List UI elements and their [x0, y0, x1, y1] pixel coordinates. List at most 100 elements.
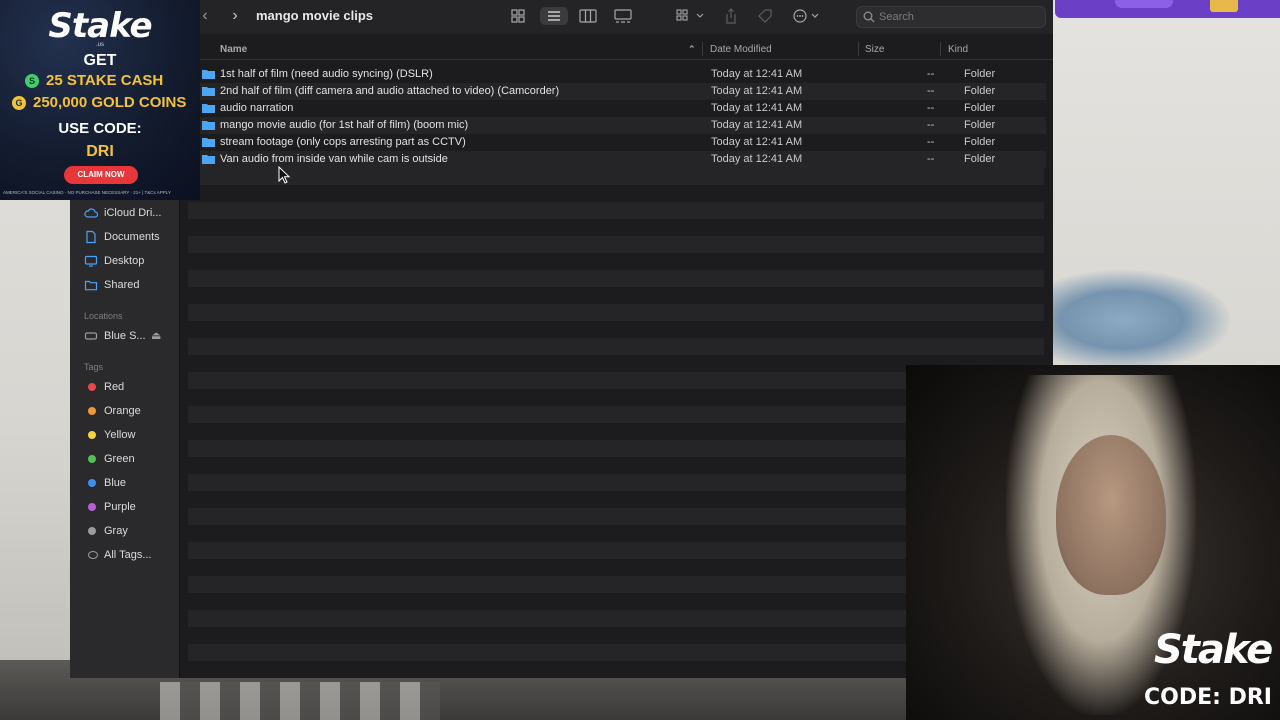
background-folder-icon	[1210, 0, 1238, 12]
stake-logo-sub: .us	[95, 42, 104, 48]
file-date: Today at 12:41 AM	[711, 153, 803, 165]
file-date: Today at 12:41 AM	[711, 102, 803, 114]
file-name: 1st half of film (need audio syncing) (D…	[220, 68, 433, 80]
background-pill	[1115, 0, 1173, 8]
mouse-cursor-icon	[278, 166, 290, 184]
file-date: Today at 12:41 AM	[711, 68, 803, 80]
tag-dot-icon	[88, 383, 96, 391]
ad-fine-print: AMERICA'S SOCIAL CASINO · NO PURCHASE NE…	[3, 190, 171, 195]
sidebar-item-label: iCloud Dri...	[104, 207, 162, 219]
ellipsis-circle-icon	[793, 9, 819, 23]
tag-dot-icon	[88, 407, 96, 415]
forward-button[interactable]: ›	[226, 6, 244, 26]
webcam-person-face	[1056, 435, 1166, 595]
table-row[interactable]: 1st half of film (need audio syncing) (D…	[180, 66, 1046, 83]
file-size: --	[927, 153, 935, 165]
grid-icon	[511, 9, 525, 23]
stake-watermark-logo: Stake	[1154, 627, 1273, 673]
folder-icon	[202, 121, 215, 130]
list-view-button[interactable]	[540, 7, 568, 25]
column-name[interactable]: Name	[220, 44, 247, 55]
column-kind[interactable]: Kind	[948, 44, 968, 55]
stake-cash-coin-icon: S	[25, 74, 39, 88]
sidebar-locations-heading: Locations	[84, 311, 123, 321]
file-name: mango movie audio (for 1st half of film)…	[220, 119, 469, 131]
file-size: --	[927, 68, 935, 80]
table-row[interactable]: stream footage (only cops arresting part…	[180, 134, 1046, 151]
gallery-view-button[interactable]	[612, 7, 634, 25]
column-divider[interactable]	[858, 42, 859, 56]
tag-button[interactable]	[754, 7, 776, 25]
file-name: audio narration	[220, 102, 294, 114]
tag-dot-icon	[88, 503, 96, 511]
search-input[interactable]	[879, 9, 1039, 25]
file-kind: Folder	[964, 85, 996, 97]
desktop-icon	[84, 255, 98, 267]
file-size: --	[927, 136, 935, 148]
sidebar-item-label: Desktop	[104, 255, 145, 267]
tag-dot-icon	[88, 479, 96, 487]
document-icon	[86, 230, 96, 244]
table-row[interactable]: 2nd half of film (diff camera and audio …	[180, 83, 1046, 100]
drive-icon	[84, 332, 98, 340]
column-view-button[interactable]	[577, 7, 599, 25]
webcam-feed: Stake CODE: DRI	[906, 365, 1280, 720]
sort-chevron-icon[interactable]: ⌃	[688, 44, 696, 55]
folder-icon	[202, 138, 215, 147]
share-button[interactable]	[720, 7, 742, 25]
list-icon	[548, 11, 560, 21]
gold-coin-icon: G	[12, 96, 26, 110]
table-row[interactable]: Van audio from inside van while cam is o…	[180, 151, 1046, 168]
table-row[interactable]: audio narration Today at 12:41 AM -- Fol…	[180, 100, 1046, 117]
file-kind: Folder	[964, 68, 996, 80]
file-date: Today at 12:41 AM	[711, 119, 803, 131]
background-app-bar	[1055, 0, 1280, 18]
claim-now-button[interactable]: CLAIM NOW	[64, 166, 138, 184]
file-list: 1st half of film (need audio syncing) (D…	[180, 66, 1053, 168]
ad-use-code: USE CODE:	[58, 120, 142, 137]
file-kind: Folder	[964, 119, 996, 131]
file-size: --	[927, 119, 935, 131]
sidebar-item-label: Orange	[104, 405, 141, 417]
file-name: 2nd half of film (diff camera and audio …	[220, 85, 560, 97]
tag-dot-icon	[88, 431, 96, 439]
group-by-button[interactable]	[674, 7, 708, 25]
ad-offer-text: 25 STAKE CASH	[46, 72, 164, 89]
ad-get-text: GET	[83, 52, 117, 69]
sidebar-item-blue-drive[interactable]: Blue S... ⏏	[84, 328, 174, 346]
file-name: stream footage (only cops arresting part…	[220, 136, 466, 148]
finder-toolbar: ‹ › mango movie clips	[180, 0, 1053, 34]
columns-icon	[579, 9, 597, 23]
ad-code: DRI	[86, 143, 114, 160]
column-divider[interactable]	[702, 42, 703, 56]
sidebar-item-label: Blue S...	[104, 330, 146, 342]
column-size[interactable]: Size	[865, 44, 884, 55]
sidebar-item-label: Green	[104, 453, 135, 465]
icon-view-button[interactable]	[507, 7, 529, 25]
share-icon	[726, 8, 736, 24]
tag-dot-icon	[88, 455, 96, 463]
column-date-modified[interactable]: Date Modified	[710, 44, 772, 55]
sidebar-item-label: Purple	[104, 501, 136, 513]
search-field[interactable]	[856, 6, 1046, 28]
stake-ad[interactable]: Stake .us GET S 25 STAKE CASH G 250,000 …	[0, 0, 200, 200]
sidebar-item-label: Yellow	[104, 429, 136, 441]
table-row[interactable]: mango movie audio (for 1st half of film)…	[180, 117, 1046, 134]
sidebar-tags-heading: Tags	[84, 362, 104, 372]
folder-icon	[202, 104, 215, 113]
cloud-icon	[84, 208, 98, 218]
more-actions-button[interactable]	[790, 7, 826, 25]
column-header: Name ⌃ Date Modified Size Kind	[180, 38, 1053, 60]
all-tags-icon	[88, 551, 98, 559]
file-kind: Folder	[964, 153, 996, 165]
eject-icon[interactable]: ⏏	[151, 329, 161, 342]
sidebar-item-label: All Tags...	[104, 549, 152, 561]
stake-logo: Stake	[48, 6, 152, 46]
sidebar-item-label: Gray	[104, 525, 128, 537]
file-kind: Folder	[964, 102, 996, 114]
file-size: --	[927, 102, 935, 114]
column-divider[interactable]	[940, 42, 941, 56]
background-plant	[1050, 270, 1230, 370]
tag-dot-icon	[88, 527, 96, 535]
ad-offer-text: 250,000 GOLD COINS	[33, 94, 187, 111]
